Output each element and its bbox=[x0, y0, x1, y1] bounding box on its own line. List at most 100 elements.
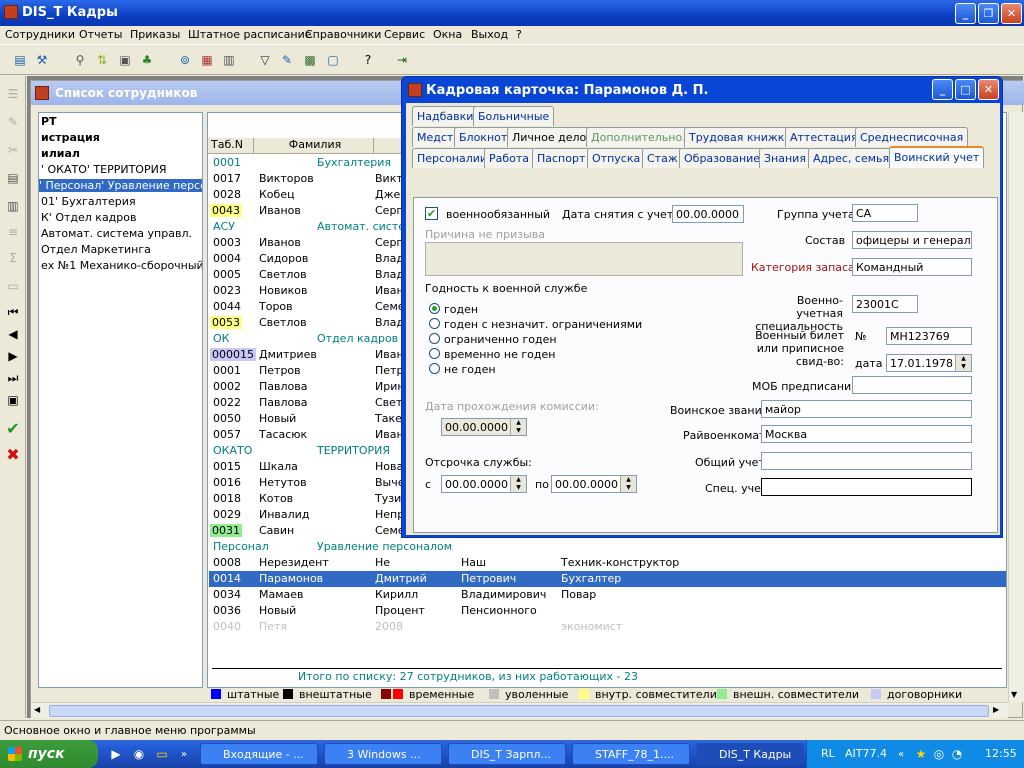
card-icon[interactable]: ▣ bbox=[115, 50, 135, 70]
tree-item[interactable]: РТ bbox=[41, 115, 57, 128]
close-button[interactable]: ✕ bbox=[1001, 3, 1022, 24]
next-record-icon[interactable]: ▶ bbox=[3, 346, 23, 366]
table-row[interactable]: 0040 Петя 2008 экономист bbox=[209, 619, 1006, 635]
tree-item[interactable]: Отдел Маркетинга bbox=[41, 243, 151, 256]
card-maximize-button[interactable]: □ bbox=[955, 79, 976, 100]
tab-sick-leave[interactable]: Больничные bbox=[473, 106, 555, 126]
network-icon[interactable]: ◎ bbox=[929, 744, 949, 764]
last-record-icon[interactable]: ⏭ bbox=[3, 368, 23, 388]
menu-help[interactable]: ? bbox=[516, 28, 522, 41]
mob-field[interactable] bbox=[852, 376, 972, 394]
help-icon[interactable]: ? bbox=[358, 50, 378, 70]
folder-icon[interactable]: ▭ bbox=[3, 276, 23, 296]
menu-windows[interactable]: Окна bbox=[433, 28, 462, 41]
tab-vacations[interactable]: Отпуска bbox=[587, 148, 646, 168]
menu-directories[interactable]: Справочники bbox=[305, 28, 381, 41]
group-row[interactable]: Персонал Уравление персоналом bbox=[209, 539, 1006, 555]
tools-icon[interactable]: ⚒ bbox=[32, 50, 52, 70]
fitness-radio-temp-unfit[interactable] bbox=[429, 348, 440, 359]
commission-date-field[interactable]: 00.00.0000 ▲ ▼ bbox=[441, 418, 527, 436]
removal-date-field[interactable]: 00.00.0000 bbox=[672, 205, 744, 223]
table-icon[interactable]: ▥ bbox=[219, 50, 239, 70]
explorer-icon[interactable]: ▭ bbox=[152, 744, 172, 764]
restore-button[interactable]: ❐ bbox=[978, 3, 999, 24]
tray-expand-icon[interactable]: « bbox=[891, 744, 911, 764]
military-office-field[interactable]: Москва bbox=[761, 425, 972, 443]
exit-icon[interactable]: ⇥ bbox=[392, 50, 412, 70]
tree-item[interactable]: Автомат. система управл. bbox=[41, 227, 192, 240]
sum-icon[interactable]: Σ bbox=[3, 248, 23, 268]
task-inbox[interactable]: Входящие - ... bbox=[200, 743, 318, 765]
filter-icon[interactable]: ▽ bbox=[255, 50, 275, 70]
fitness-radio-fit[interactable] bbox=[429, 303, 440, 314]
language-indicator[interactable]: RL bbox=[821, 747, 835, 760]
task-dis-t-kadry[interactable]: DIS_T Кадры bbox=[696, 743, 804, 765]
tab-personal[interactable]: Персоналии bbox=[412, 148, 493, 168]
task-windows-group[interactable]: 3 Windows ... bbox=[324, 743, 442, 765]
first-record-icon[interactable]: ⏮ bbox=[3, 302, 23, 322]
search-people-icon[interactable]: ⚲ bbox=[70, 50, 90, 70]
column-header-surname[interactable]: Фамилия bbox=[254, 138, 374, 154]
tree-item[interactable]: 01' Бухгалтерия bbox=[41, 195, 136, 208]
deferment-from-field[interactable]: 00.00.0000 ▲ ▼ bbox=[441, 475, 527, 493]
tree-item[interactable]: истрация bbox=[41, 131, 100, 144]
cancel-icon[interactable]: ✖ bbox=[3, 444, 23, 464]
tab-passport[interactable]: Паспорт bbox=[532, 148, 591, 168]
tree-icon[interactable]: ♣ bbox=[137, 50, 157, 70]
special-registration-field[interactable] bbox=[761, 478, 972, 496]
binoculars-icon[interactable]: ⊚ bbox=[175, 50, 195, 70]
menu-reports[interactable]: Отчеты bbox=[79, 28, 122, 41]
tree-item[interactable]: К' Отдел кадров bbox=[41, 211, 136, 224]
scroll-thumb[interactable] bbox=[49, 705, 989, 717]
table-row[interactable]: 0008 Нерезидент Не Наш Техник-конструктор bbox=[209, 555, 1006, 571]
column-header-tab[interactable]: Таб.N bbox=[208, 138, 254, 154]
tree-item[interactable]: ' ОКАТО' ТЕРРИТОРИЯ bbox=[41, 163, 166, 176]
align-icon[interactable]: ☰ bbox=[3, 84, 23, 104]
menu-service[interactable]: Сервис bbox=[384, 28, 425, 41]
to-spin-icon[interactable]: ▲ ▼ bbox=[620, 476, 636, 492]
table-row[interactable]: 0034 Мамаев Кирилл Владимирович Повар bbox=[209, 587, 1006, 603]
ticket-date-spin-icon[interactable]: ▲ ▼ bbox=[955, 355, 971, 371]
table-row-selected[interactable]: 0014 Парамонов Дмитрий Петрович Бухгалтер bbox=[209, 571, 1006, 587]
fitness-radio-unfit[interactable] bbox=[429, 363, 440, 374]
paste-icon[interactable]: ▤ bbox=[3, 168, 23, 188]
obligated-checkbox[interactable]: ✔ bbox=[425, 207, 438, 220]
fitness-radio-minor[interactable] bbox=[429, 318, 440, 329]
tree-item[interactable]: ех №1 Механико-сборочный цех bbox=[41, 259, 202, 272]
tab-education[interactable]: Образование bbox=[679, 148, 766, 168]
start-button[interactable]: пуск bbox=[0, 740, 98, 768]
tab-additional[interactable]: Дополнительно... bbox=[586, 127, 698, 147]
menu-exit[interactable]: Выход bbox=[471, 28, 508, 41]
tab-notebook[interactable]: Блокнот bbox=[454, 127, 513, 147]
from-spin-icon[interactable]: ▲ ▼ bbox=[510, 476, 526, 492]
tab-work[interactable]: Работа bbox=[484, 148, 535, 168]
tab-knowledge[interactable]: Знания bbox=[759, 148, 811, 168]
horizontal-scrollbar[interactable]: ◀ ▶ bbox=[31, 702, 1008, 718]
tab-allowances[interactable]: Надбавки bbox=[412, 106, 479, 126]
tree-item[interactable]: илиал bbox=[41, 147, 80, 160]
specialty-field[interactable]: 23001С bbox=[852, 295, 918, 313]
vertical-scrollbar[interactable]: ▼ bbox=[1008, 112, 1024, 702]
tab-medical[interactable]: Медст bbox=[412, 127, 459, 147]
calc-icon[interactable]: ▩ bbox=[300, 50, 320, 70]
reserve-category-field[interactable]: Командный bbox=[852, 258, 972, 276]
media-player-icon[interactable]: ▶ bbox=[106, 744, 126, 764]
star-icon[interactable]: ★ bbox=[911, 744, 931, 764]
minimize-button[interactable]: _ bbox=[955, 3, 976, 24]
volume-icon[interactable]: ◔ bbox=[947, 744, 967, 764]
confirm-icon[interactable]: ✔ bbox=[3, 418, 23, 438]
general-registration-field[interactable] bbox=[761, 452, 972, 470]
tree-item-selected[interactable]: ' Персонал' Уравление персона bbox=[39, 179, 202, 192]
menu-employees[interactable]: Сотрудники bbox=[5, 28, 75, 41]
ticket-number-field[interactable]: МН123769 bbox=[886, 327, 972, 345]
prev-record-icon[interactable]: ◀ bbox=[3, 324, 23, 344]
quicklaunch-more-icon[interactable]: » bbox=[174, 744, 194, 764]
doc-icon[interactable]: ▥ bbox=[3, 196, 23, 216]
menu-orders[interactable]: Приказы bbox=[130, 28, 180, 41]
menu-staffing[interactable]: Штатное расписание bbox=[188, 28, 312, 41]
scroll-right-icon[interactable]: ▶ bbox=[993, 705, 999, 714]
tab-work-book[interactable]: Трудовая книжка bbox=[684, 127, 797, 147]
tab-average-headcount[interactable]: Среднесписочная bbox=[855, 127, 969, 147]
commission-spin-icon[interactable]: ▲ ▼ bbox=[510, 419, 526, 435]
tab-attestation[interactable]: Аттестация bbox=[785, 127, 863, 147]
